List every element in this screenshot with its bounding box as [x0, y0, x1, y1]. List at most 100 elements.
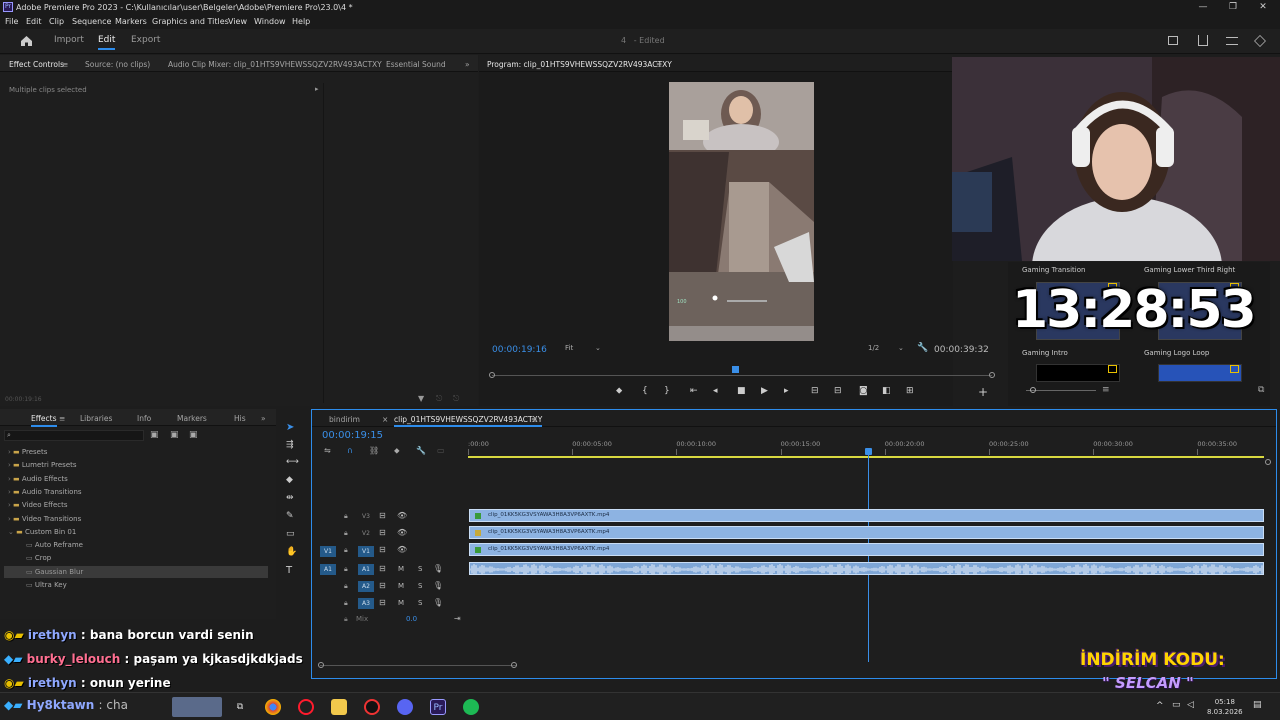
- home-icon[interactable]: [20, 35, 33, 47]
- timeline-timecode[interactable]: 00:00:19:15: [322, 430, 383, 441]
- camera-icon[interactable]: ◙: [859, 386, 868, 396]
- filter-icon[interactable]: ▼: [418, 394, 424, 403]
- program-video-frame[interactable]: 100: [669, 82, 814, 341]
- tab-effects-menu-icon[interactable]: ≡: [59, 414, 65, 423]
- network-icon[interactable]: ▭: [1172, 700, 1181, 710]
- menu-window[interactable]: Window: [254, 15, 286, 29]
- effect-ultra-key[interactable]: ▭ Ultra Key: [26, 581, 67, 589]
- program-timecode[interactable]: 00:00:19:16: [492, 345, 547, 355]
- task-view-icon[interactable]: ⧉: [232, 699, 248, 715]
- close-tab-icon[interactable]: ×: [382, 415, 388, 424]
- mark-in-icon[interactable]: {: [642, 386, 648, 396]
- track-lock-icon[interactable]: 🔒︎: [344, 546, 348, 555]
- source-patch-v1[interactable]: V1: [320, 546, 336, 557]
- toggle-output-eye-icon[interactable]: 👁︎: [397, 511, 407, 520]
- menu-markers[interactable]: Markers: [115, 15, 147, 29]
- out-handle[interactable]: [989, 372, 995, 378]
- mix-end-icon[interactable]: ⇥: [454, 614, 461, 623]
- stop-icon[interactable]: ■: [737, 386, 746, 396]
- toggle-output-eye-icon[interactable]: 👁︎: [397, 528, 407, 537]
- close-icon[interactable]: ✕: [1248, 0, 1278, 15]
- track-target-a2[interactable]: A2: [358, 581, 374, 592]
- effect-auto-reframe[interactable]: ▭ Auto Reframe: [26, 541, 83, 549]
- share-icon[interactable]: [1198, 35, 1208, 46]
- tab-program[interactable]: Program: clip_01HTS9VHEWSSQZV2RV493ACTXY: [487, 60, 672, 69]
- in-handle[interactable]: [489, 372, 495, 378]
- sync-lock-icon[interactable]: ⊟: [379, 598, 386, 607]
- tab-history[interactable]: His: [234, 414, 246, 423]
- sync-lock-icon[interactable]: ⊟: [379, 545, 386, 554]
- program-scrubber[interactable]: [489, 366, 995, 380]
- microphone-icon[interactable]: 🎙︎: [433, 581, 443, 590]
- mark-out-icon[interactable]: }: [664, 386, 670, 396]
- track-lock-icon[interactable]: 🔒︎: [344, 565, 348, 574]
- premiere-taskbar-icon[interactable]: Pr: [430, 699, 446, 715]
- scroll-left-handle[interactable]: [318, 662, 324, 668]
- comparison-view-icon[interactable]: ◧: [882, 386, 891, 396]
- program-menu-icon[interactable]: ≡: [656, 60, 662, 69]
- multicam-icon[interactable]: ⊞: [906, 386, 914, 396]
- track-lock-icon[interactable]: 🔒︎: [344, 615, 348, 624]
- folder-custom-bin[interactable]: ⌄ ▬ Custom Bin 01: [8, 528, 76, 536]
- step-forward-icon[interactable]: ▸: [784, 386, 789, 396]
- pen-tool-icon[interactable]: ✎: [286, 511, 294, 521]
- opera-icon[interactable]: [298, 699, 314, 715]
- mix-volume-value[interactable]: 0.0: [406, 615, 417, 623]
- play-icon[interactable]: ▶: [761, 386, 768, 396]
- timeline-horizontal-scrollbar[interactable]: [320, 665, 516, 666]
- nest-icon[interactable]: ⇋: [324, 446, 331, 455]
- razor-tool-icon[interactable]: ◆: [286, 475, 293, 485]
- scroll-right-handle[interactable]: [511, 662, 517, 668]
- snap-icon[interactable]: ∩: [347, 446, 353, 455]
- taskbar-clock[interactable]: 05:18 8.03.2026: [1207, 697, 1243, 717]
- list-view-icon[interactable]: ≡: [1102, 385, 1110, 395]
- tab-export[interactable]: Export: [131, 35, 160, 45]
- slider-handle[interactable]: [1030, 387, 1036, 393]
- track-lock-icon[interactable]: 🔒︎: [344, 512, 348, 521]
- discord-icon[interactable]: [397, 699, 413, 715]
- video-clip-v1[interactable]: clip_01KK5KG3VSYAWA3H8A3VP6AXTK.mp4: [469, 543, 1264, 556]
- tray-chevron-up-icon[interactable]: ^: [1156, 701, 1164, 711]
- wrench-icon[interactable]: 🔧: [416, 446, 426, 455]
- vertical-zoom-handle[interactable]: [1265, 459, 1271, 465]
- sync-lock-icon[interactable]: ⊟: [379, 564, 386, 573]
- track-lock-icon[interactable]: 🔒︎: [344, 582, 348, 591]
- spotify-icon[interactable]: [463, 699, 479, 715]
- app-red-icon[interactable]: [364, 699, 380, 715]
- tab-sequence-clip[interactable]: clip_01HTS9VHEWSSQZV2RV493ACTXY: [394, 415, 543, 427]
- folder-video-effects[interactable]: › ▬ Video Effects: [8, 501, 68, 509]
- tab-effects[interactable]: Effects: [31, 414, 57, 427]
- folder-audio-effects[interactable]: › ▬ Audio Effects: [8, 475, 68, 483]
- mute-button[interactable]: M: [398, 582, 404, 590]
- tab-import[interactable]: Import: [54, 35, 84, 45]
- microphone-icon[interactable]: 🎙︎: [433, 564, 443, 573]
- add-marker-icon[interactable]: ⬥: [616, 386, 622, 396]
- menu-view[interactable]: View: [228, 15, 247, 29]
- track-target-v3[interactable]: V3: [358, 513, 374, 522]
- extract-icon[interactable]: ⊟: [834, 386, 842, 396]
- lift-icon[interactable]: ⊟: [811, 386, 819, 396]
- video-clip-v3[interactable]: clip_01KK5KG3VSYAWA3H8A3VP6AXTK.mp4: [469, 509, 1264, 522]
- folder-lumetri-presets[interactable]: › ▬ Lumetri Presets: [8, 461, 77, 469]
- effects-overflow-icon[interactable]: »: [261, 414, 266, 423]
- tab-audio-clip-mixer[interactable]: Audio Clip Mixer: clip_01HTS9VHEWSSQZV2R…: [168, 60, 382, 69]
- fullscreen-icon[interactable]: [1254, 35, 1266, 47]
- tab-markers[interactable]: Markers: [177, 414, 207, 423]
- folder-presets[interactable]: › ▬ Presets: [8, 448, 47, 456]
- toggle-output-eye-icon[interactable]: 👁︎: [397, 545, 407, 554]
- volume-icon[interactable]: ◁: [1187, 700, 1194, 710]
- track-target-a3[interactable]: A3: [358, 598, 374, 609]
- microphone-icon[interactable]: 🎙︎: [433, 598, 443, 607]
- track-select-tool-icon[interactable]: ⇶: [286, 440, 294, 450]
- track-lock-icon[interactable]: 🔒︎: [344, 599, 348, 608]
- add-button-icon[interactable]: +: [978, 385, 988, 399]
- effect-gaussian-blur[interactable]: ▭ Gaussian Blur: [26, 568, 83, 576]
- track-lock-icon[interactable]: 🔒︎: [344, 529, 348, 538]
- go-to-in-icon[interactable]: ⇤: [690, 386, 698, 396]
- tab-info[interactable]: Info: [137, 414, 151, 423]
- workspaces-menu-icon[interactable]: [1226, 37, 1238, 45]
- chrome-icon[interactable]: [265, 699, 281, 715]
- wrench-icon[interactable]: 🔧: [917, 343, 928, 353]
- timeline-menu-icon[interactable]: ≡: [531, 415, 537, 424]
- sync-lock-icon[interactable]: ⊟: [379, 581, 386, 590]
